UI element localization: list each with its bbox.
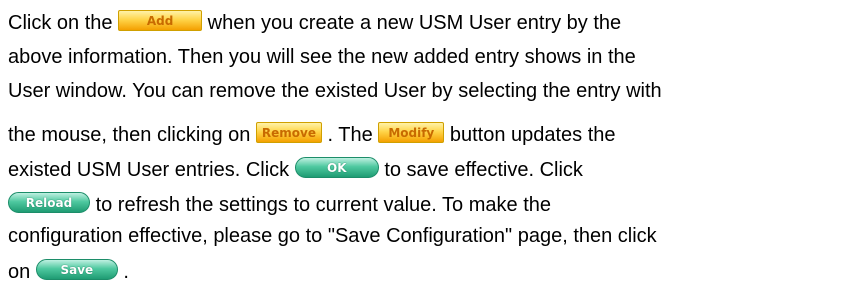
paragraph-line-7: configuration effective, please go to "S…	[8, 225, 657, 247]
text-create-new-entry: when you create a new USM User entry by …	[207, 12, 622, 34]
modify-button-image: Modify	[378, 122, 445, 144]
remove-button-image: Remove	[255, 122, 322, 144]
text-button-updates: button updates the	[449, 124, 616, 146]
paragraph-line-6: Reload to refresh the settings to curren…	[8, 190, 551, 220]
paragraph-line-8: on Save .	[8, 257, 129, 287]
paragraph-line-3: User window. You can remove the existed …	[8, 80, 662, 102]
text-the-mouse: the mouse, then clicking on	[8, 124, 251, 146]
paragraph-line-4: the mouse, then clicking on Remove . The…	[8, 120, 616, 150]
add-button-image: Add	[118, 10, 203, 32]
paragraph-line-1: Click on the Add when you create a new U…	[8, 8, 621, 38]
paragraph-line-2: above information. Then you will see the…	[8, 46, 636, 68]
text-to-save-effective: to save effective. Click	[384, 159, 583, 181]
text-existed-usm-user-entries: existed USM User entries. Click	[8, 159, 290, 181]
text-to-refresh-settings: to refresh the settings to current value…	[95, 194, 551, 216]
reload-button-image: Reload	[8, 192, 90, 214]
ok-button-image: OK	[294, 157, 379, 179]
text-the: . The	[327, 124, 373, 146]
paragraph-line-5: existed USM User entries. Click OK to sa…	[8, 155, 583, 185]
save-button-image: Save	[35, 259, 118, 281]
text-click-on-the: Click on the	[8, 12, 113, 34]
help-paragraph: Click on the Add when you create a new U…	[8, 0, 843, 292]
text-on: on	[8, 261, 31, 283]
text-period: .	[123, 261, 129, 283]
